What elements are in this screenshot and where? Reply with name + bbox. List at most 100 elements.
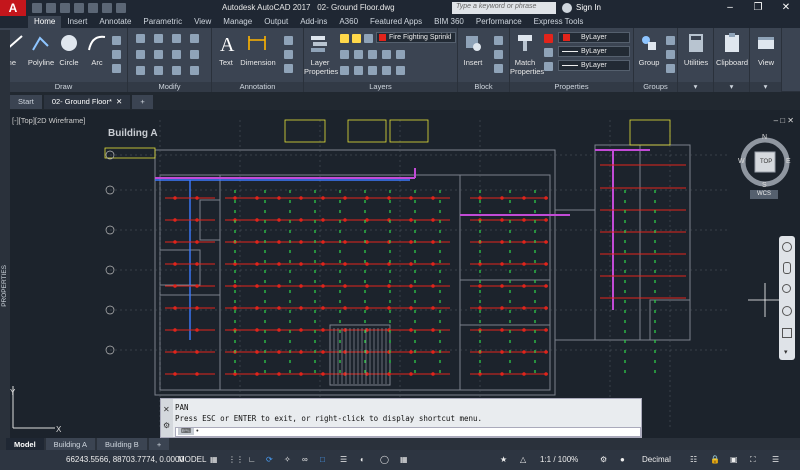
tab-ground-floor[interactable]: 02- Ground Floor* ✕ — [43, 95, 131, 109]
tab-add-ins[interactable]: Add-ins — [294, 16, 333, 28]
properties-palette-strip[interactable]: PROPERTIES — [0, 30, 10, 440]
tab-insert[interactable]: Insert — [61, 16, 93, 28]
application-menu-button[interactable]: A — [0, 0, 26, 16]
layer-properties-icon[interactable] — [308, 32, 330, 54]
groups-panel-title[interactable]: Groups — [634, 82, 677, 92]
group-select-icon[interactable] — [666, 64, 675, 73]
lock-ui-icon[interactable]: 🔒 — [710, 455, 720, 464]
hatch-icon[interactable] — [112, 50, 121, 59]
viewcube-top[interactable]: TOP — [760, 159, 772, 165]
linetype-dropdown[interactable]: ByLayer — [558, 60, 630, 71]
view-icon[interactable] — [755, 32, 777, 54]
group-button[interactable]: Group — [634, 58, 664, 67]
layer-lock-icon[interactable] — [396, 50, 405, 59]
text-icon[interactable]: A — [216, 32, 238, 54]
polar-icon[interactable]: ⟳ — [266, 455, 273, 464]
sign-in-button[interactable]: Sign In — [576, 3, 601, 12]
utilities-button[interactable]: Utilities — [678, 58, 714, 67]
edit-attributes-icon[interactable] — [494, 64, 503, 73]
scale-icon[interactable] — [154, 66, 163, 75]
table-icon[interactable] — [284, 50, 293, 59]
viewcube-south[interactable]: S — [762, 182, 767, 189]
customization-icon[interactable]: ☰ — [772, 455, 779, 464]
tab-manage[interactable]: Manage — [217, 16, 258, 28]
command-line-handle[interactable]: ✕ ⚙ — [161, 399, 173, 437]
transparency-icon[interactable]: ◐ — [360, 455, 365, 464]
pan-icon[interactable] — [783, 262, 791, 274]
selection-cycling-icon[interactable]: ◯ — [380, 455, 389, 464]
circle-button[interactable]: Circle — [56, 58, 82, 67]
text-button[interactable]: Text — [212, 58, 240, 67]
move-icon[interactable] — [136, 34, 145, 43]
match-properties-button[interactable]: Match Properties — [510, 58, 544, 76]
new-layout-button[interactable]: + — [148, 438, 170, 450]
minimize-button[interactable]: – — [716, 0, 744, 16]
layer-thaw-icon[interactable] — [368, 66, 377, 75]
new-icon[interactable] — [32, 3, 42, 13]
fillet-icon[interactable] — [172, 50, 181, 59]
tab-start[interactable]: Start — [10, 95, 42, 109]
tab-building-a[interactable]: Building A — [45, 438, 96, 450]
save-icon[interactable] — [60, 3, 70, 13]
annotation-visibility-icon[interactable]: ★ — [500, 455, 507, 464]
properties-panel-title[interactable]: Properties — [510, 82, 633, 92]
plot-icon[interactable] — [88, 3, 98, 13]
clean-screen-icon[interactable]: ⛶ — [750, 455, 756, 465]
view-dropdown[interactable]: ▾ — [750, 82, 781, 92]
stretch-icon[interactable] — [136, 66, 145, 75]
orbit-icon[interactable] — [782, 306, 792, 316]
polyline-icon[interactable] — [30, 32, 52, 54]
rectangle-icon[interactable] — [112, 36, 121, 45]
hardware-acceleration-icon[interactable]: ▣ — [730, 455, 738, 464]
dimension-icon[interactable] — [246, 32, 268, 54]
block-panel-title[interactable]: Block — [458, 82, 509, 92]
layer-walk-icon[interactable] — [396, 66, 405, 75]
tab-annotate[interactable]: Annotate — [93, 16, 137, 28]
isodraft-icon[interactable]: ✧ — [284, 455, 291, 464]
units-button[interactable]: Decimal — [642, 455, 671, 464]
layer-isolate-icon[interactable] — [368, 50, 377, 59]
close-button[interactable]: ✕ — [772, 0, 800, 16]
draw-panel-title[interactable]: Draw — [0, 82, 127, 92]
layer-off-icon[interactable] — [354, 50, 363, 59]
utilities-dropdown[interactable]: ▾ — [678, 82, 713, 92]
annotation-panel-title[interactable]: Annotation — [212, 82, 303, 92]
gradient-icon[interactable] — [112, 64, 121, 73]
edit-block-icon[interactable] — [494, 50, 503, 59]
tab-view[interactable]: View — [188, 16, 217, 28]
markup-icon[interactable] — [284, 64, 293, 73]
annotation-scale-icon[interactable]: △ — [520, 455, 526, 464]
grid-icon[interactable]: ▦ — [210, 455, 218, 464]
viewcube-west[interactable]: W — [738, 158, 745, 165]
group-edit-icon[interactable] — [666, 50, 675, 59]
calculator-icon[interactable] — [685, 32, 707, 54]
viewcube-north[interactable]: N — [762, 134, 767, 141]
close-tab-icon[interactable]: ✕ — [114, 97, 122, 106]
lineweight-toggle-icon[interactable]: ☰ — [340, 455, 347, 464]
layers-panel-title[interactable]: Layers — [304, 82, 457, 92]
search-input[interactable]: Type a keyword or phrase — [452, 2, 556, 14]
viewcube[interactable]: TOP N S E W WCS — [738, 132, 792, 200]
insert-button[interactable]: Insert — [458, 58, 488, 67]
create-block-icon[interactable] — [494, 36, 503, 45]
annotation-scale-button[interactable]: 1:1 / 100% — [540, 455, 578, 464]
wrench-icon[interactable]: ⚙ — [163, 421, 170, 430]
modify-panel-title[interactable]: Modify — [128, 82, 211, 92]
tab-performance[interactable]: Performance — [470, 16, 528, 28]
dimension-button[interactable]: Dimension — [238, 58, 278, 67]
match-properties-icon[interactable] — [514, 32, 536, 54]
erase-icon[interactable] — [190, 34, 199, 43]
clipboard-button[interactable]: Clipboard — [714, 58, 750, 67]
steering-wheel-icon[interactable] — [782, 242, 792, 252]
snap-icon[interactable]: ⋮⋮ — [228, 455, 244, 464]
tab-featured-apps[interactable]: Featured Apps — [364, 16, 428, 28]
tab-a360[interactable]: A360 — [333, 16, 364, 28]
clipboard-icon[interactable] — [721, 32, 743, 54]
close-command-line-icon[interactable]: ✕ — [163, 405, 170, 414]
lineweight-dropdown[interactable]: ByLayer — [558, 46, 630, 57]
color-dropdown[interactable]: ByLayer — [558, 32, 630, 43]
tab-home[interactable]: Home — [28, 16, 62, 28]
coordinates-readout[interactable]: 66243.5566, 88703.7774, 0.0000 — [66, 455, 184, 464]
model-space-button[interactable]: MODEL — [178, 455, 206, 464]
layer-properties-button[interactable]: Layer Properties — [304, 58, 338, 76]
